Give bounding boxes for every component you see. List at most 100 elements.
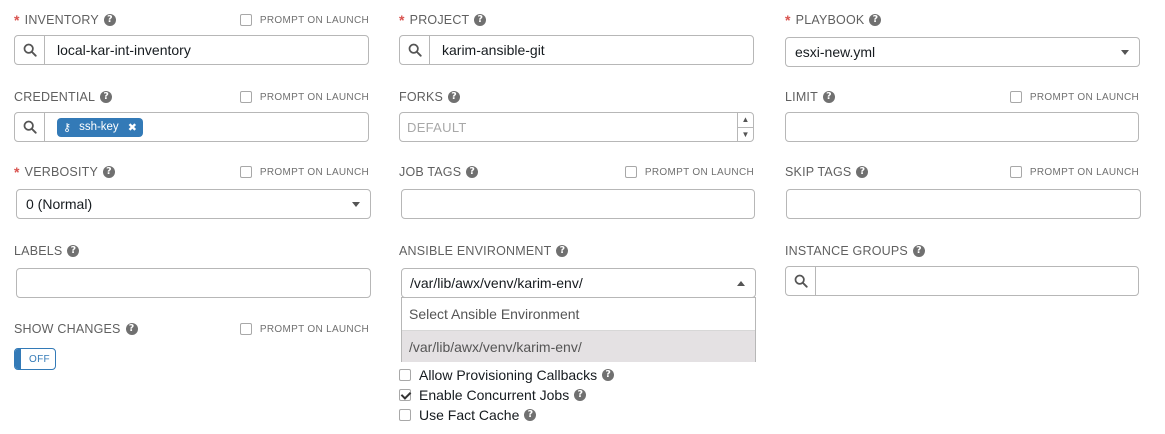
credential-lookup[interactable]: ⚷ ssh-key ✖	[14, 112, 369, 142]
prompt-checkbox[interactable]	[239, 14, 252, 26]
enable-concurrent-jobs-option[interactable]: Enable Concurrent Jobs ?	[399, 387, 587, 403]
project-search-button[interactable]	[400, 36, 430, 64]
chevron-down-icon	[352, 201, 360, 207]
verbosity-prompt-on-launch[interactable]: PROMPT ON LAUNCH	[239, 164, 369, 180]
playbook-value: esxi-new.yml	[795, 44, 876, 60]
ansible-environment-select[interactable]: /var/lib/awx/venv/karim-env/	[401, 268, 756, 298]
credential-prompt-on-launch[interactable]: PROMPT ON LAUNCH	[239, 89, 369, 105]
skip-tags-input[interactable]	[786, 189, 1141, 219]
help-icon[interactable]: ?	[856, 166, 869, 178]
prompt-checkbox[interactable]	[624, 166, 637, 178]
toggle-knob	[15, 349, 21, 369]
forks-placeholder: DEFAULT	[407, 119, 467, 135]
help-icon[interactable]: ?	[556, 245, 569, 257]
credential-search-button[interactable]	[15, 113, 45, 141]
show-changes-label: SHOW CHANGES	[14, 322, 121, 336]
project-field: * PROJECT? karim-ansible-git	[399, 12, 754, 66]
forks-label: FORKS	[399, 90, 444, 104]
inventory-label: INVENTORY	[24, 13, 99, 27]
instance-groups-lookup[interactable]	[785, 266, 1139, 296]
inventory-lookup[interactable]: local-kar-int-inventory	[14, 35, 369, 65]
verbosity-field: * VERBOSITY? PROMPT ON LAUNCH 0 (Normal)	[14, 164, 371, 220]
labels-input[interactable]	[16, 268, 371, 298]
search-icon	[23, 120, 37, 134]
inventory-search-button[interactable]	[15, 36, 45, 64]
fact-cache-label: Use Fact Cache	[419, 407, 520, 423]
fact-cache-checkbox[interactable]	[399, 409, 411, 421]
required-asterisk: *	[399, 12, 405, 28]
forks-input[interactable]: DEFAULT ▲ ▼	[399, 112, 754, 142]
show-changes-toggle[interactable]: OFF	[14, 348, 56, 370]
prompt-checkbox[interactable]	[239, 91, 252, 103]
close-icon[interactable]: ✖	[128, 121, 137, 134]
playbook-label: PLAYBOOK	[795, 13, 865, 27]
prompt-checkbox[interactable]	[1009, 91, 1022, 103]
chevron-down-icon[interactable]: ▼	[738, 128, 753, 142]
credential-label: CREDENTIAL	[14, 90, 96, 104]
help-icon[interactable]: ?	[574, 389, 587, 401]
search-icon	[794, 274, 808, 288]
dropdown-option[interactable]: Select Ansible Environment	[402, 298, 755, 330]
help-icon[interactable]: ?	[103, 14, 116, 26]
job-tags-input[interactable]	[401, 189, 755, 219]
chevron-up-icon	[737, 280, 745, 286]
help-icon[interactable]: ?	[524, 409, 537, 421]
ansible-environment-dropdown: Select Ansible Environment /var/lib/awx/…	[401, 297, 756, 362]
required-asterisk: *	[14, 164, 20, 180]
verbosity-select[interactable]: 0 (Normal)	[16, 189, 371, 219]
ansible-environment-value: /var/lib/awx/venv/karim-env/	[410, 275, 583, 291]
key-icon: ⚷	[63, 121, 72, 134]
forks-field: FORKS? DEFAULT ▲ ▼	[399, 89, 754, 143]
ansible-environment-label: ANSIBLE ENVIRONMENT	[399, 244, 552, 258]
chevron-up-icon[interactable]: ▲	[738, 113, 753, 128]
job-tags-prompt-on-launch[interactable]: PROMPT ON LAUNCH	[624, 164, 754, 180]
chevron-down-icon	[1121, 49, 1129, 55]
help-icon[interactable]: ?	[103, 166, 116, 178]
job-tags-label: JOB TAGS	[399, 165, 462, 179]
credential-field: CREDENTIAL? PROMPT ON LAUNCH ⚷ ssh-key ✖	[14, 89, 369, 143]
instance-groups-search-button[interactable]	[786, 267, 816, 295]
dropdown-option-selected[interactable]: /var/lib/awx/venv/karim-env/	[402, 330, 755, 362]
help-icon[interactable]: ?	[448, 91, 461, 103]
provisioning-checkbox[interactable]	[399, 369, 411, 381]
instance-groups-field: INSTANCE GROUPS?	[785, 243, 1139, 297]
inventory-prompt-on-launch[interactable]: PROMPT ON LAUNCH	[239, 12, 369, 28]
project-value: karim-ansible-git	[442, 42, 545, 58]
prompt-checkbox[interactable]	[239, 323, 252, 335]
limit-label: LIMIT	[785, 90, 818, 104]
playbook-field: * PLAYBOOK? esxi-new.yml	[785, 12, 1140, 67]
allow-provisioning-callbacks-option[interactable]: Allow Provisioning Callbacks ?	[399, 367, 615, 383]
credential-chip: ⚷ ssh-key ✖	[57, 117, 143, 137]
prompt-checkbox[interactable]	[1009, 166, 1022, 178]
concurrent-label: Enable Concurrent Jobs	[419, 387, 570, 403]
forks-stepper[interactable]: ▲ ▼	[737, 113, 753, 141]
help-icon[interactable]: ?	[822, 91, 835, 103]
credential-chip-label: ssh-key	[79, 121, 119, 133]
job-tags-field: JOB TAGS? PROMPT ON LAUNCH	[399, 164, 755, 220]
skip-tags-label: SKIP TAGS	[785, 165, 852, 179]
limit-prompt-on-launch[interactable]: PROMPT ON LAUNCH	[1009, 89, 1139, 105]
show-changes-field: SHOW CHANGES? PROMPT ON LAUNCH	[14, 321, 369, 341]
help-icon[interactable]: ?	[100, 91, 113, 103]
verbosity-label: VERBOSITY	[24, 165, 99, 179]
help-icon[interactable]: ?	[466, 166, 479, 178]
verbosity-value: 0 (Normal)	[26, 196, 93, 212]
help-icon[interactable]: ?	[869, 14, 882, 26]
project-lookup[interactable]: karim-ansible-git	[399, 35, 754, 65]
limit-input[interactable]	[785, 112, 1139, 142]
help-icon[interactable]: ?	[474, 14, 487, 26]
help-icon[interactable]: ?	[125, 323, 138, 335]
help-icon[interactable]: ?	[67, 245, 80, 257]
prompt-checkbox[interactable]	[239, 166, 252, 178]
show-changes-prompt-on-launch[interactable]: PROMPT ON LAUNCH	[239, 321, 369, 337]
inventory-value: local-kar-int-inventory	[57, 42, 191, 58]
skip-tags-prompt-on-launch[interactable]: PROMPT ON LAUNCH	[1009, 164, 1139, 180]
playbook-select[interactable]: esxi-new.yml	[785, 37, 1140, 67]
help-icon[interactable]: ?	[602, 369, 615, 381]
help-icon[interactable]: ?	[912, 245, 925, 257]
use-fact-cache-option[interactable]: Use Fact Cache ?	[399, 407, 537, 423]
search-icon	[408, 43, 422, 57]
concurrent-checkbox[interactable]	[399, 389, 411, 401]
skip-tags-field: SKIP TAGS? PROMPT ON LAUNCH	[785, 164, 1141, 220]
toggle-state: OFF	[29, 353, 50, 365]
